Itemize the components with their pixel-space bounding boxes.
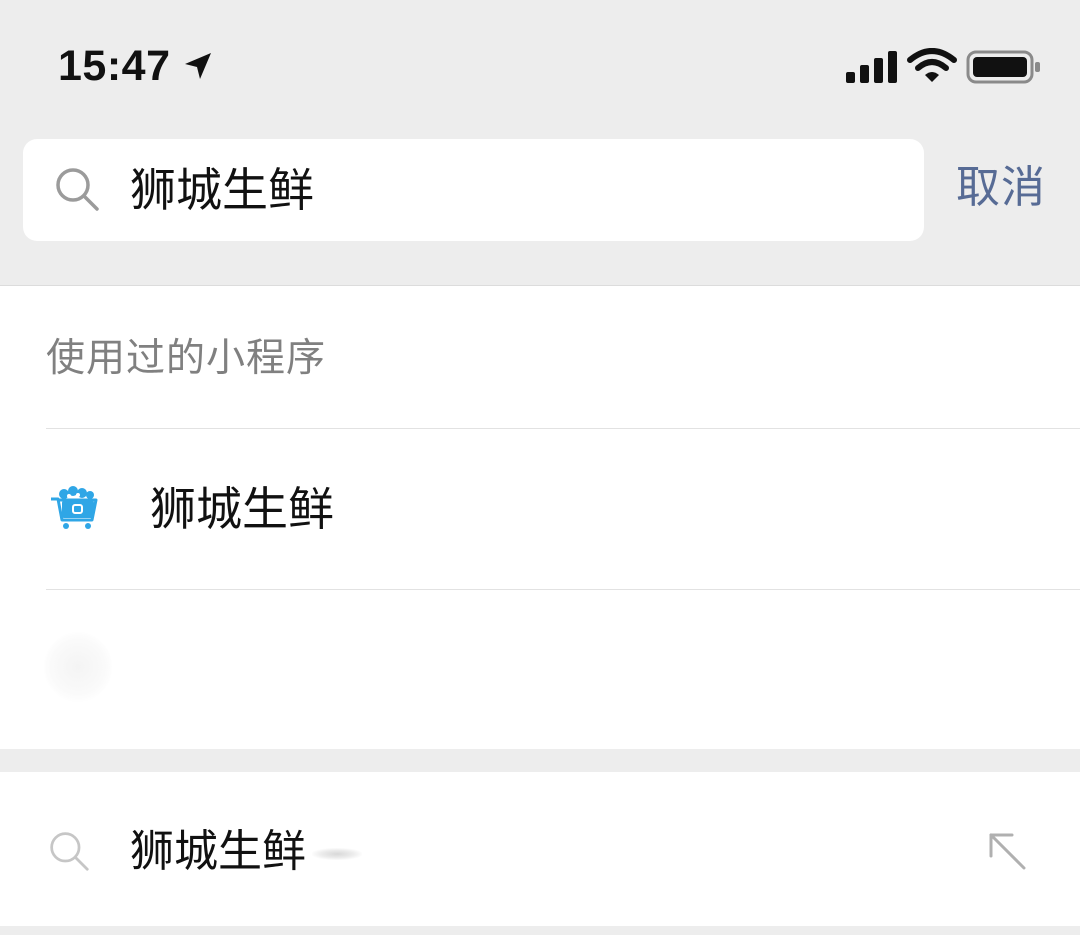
search-input[interactable] bbox=[130, 160, 890, 220]
search-icon bbox=[50, 832, 89, 871]
wifi-icon bbox=[907, 48, 957, 82]
search-icon bbox=[56, 168, 99, 211]
location-arrow-icon bbox=[185, 53, 211, 79]
divider bbox=[46, 428, 1080, 429]
divider bbox=[46, 589, 1080, 590]
status-time: 15:47 bbox=[58, 42, 171, 90]
shopping-cart-icon bbox=[51, 486, 98, 529]
suggestion-text: 狮城生鲜 bbox=[130, 826, 306, 877]
faded-app-icon bbox=[44, 632, 112, 702]
text-smudge bbox=[312, 848, 362, 860]
result-item-faded bbox=[0, 591, 1080, 747]
cellular-signal-icon bbox=[846, 51, 897, 83]
result-name: 狮城生鲜 bbox=[150, 482, 334, 536]
section-header-used-mini-programs: 使用过的小程序 bbox=[46, 336, 327, 381]
fill-arrow-icon[interactable] bbox=[986, 830, 1028, 872]
battery-icon bbox=[966, 50, 1040, 84]
cancel-button[interactable]: 取消 bbox=[956, 158, 1046, 218]
status-bar: 15:47 bbox=[0, 0, 1080, 118]
